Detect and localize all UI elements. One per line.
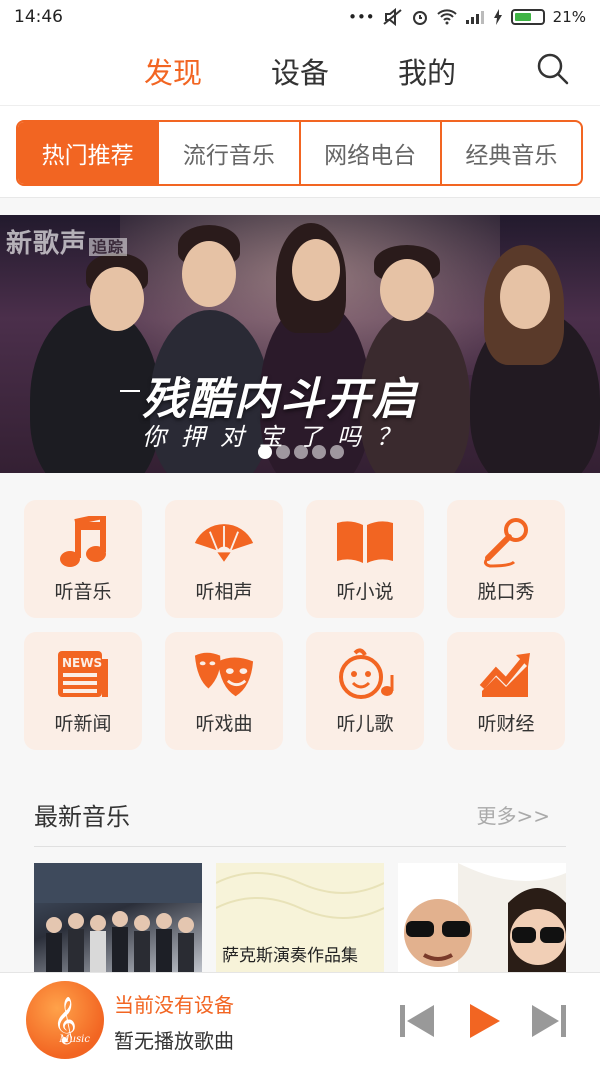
feature-news[interactable]: NEWS 听新闻 <box>24 632 142 750</box>
battery-icon <box>510 9 545 25</box>
banner-brand: 新歌声 追踪 <box>6 223 128 260</box>
top-nav: 发现 设备 我的 <box>0 34 600 106</box>
album-cover-duo <box>404 863 566 973</box>
category-classic[interactable]: 经典音乐 <box>439 122 581 184</box>
wifi-icon <box>436 9 457 25</box>
signal-icon <box>465 11 484 24</box>
child-face-icon <box>334 647 396 701</box>
song-status: 暂无播放歌曲 <box>114 1029 234 1053</box>
pager-dot[interactable] <box>258 445 272 459</box>
music-note-icon <box>52 515 114 569</box>
feature-label: 听新闻 <box>54 712 112 735</box>
promo-banner[interactable]: 新歌声 追踪 残酷内斗开启 你押对宝了吗？ <box>0 215 600 473</box>
tab-mine[interactable]: 我的 <box>398 50 456 92</box>
category-hot[interactable]: 热门推荐 <box>18 122 158 184</box>
chart-up-icon <box>475 647 537 701</box>
album-caption: 萨克斯演奏作品集 <box>222 946 358 966</box>
feature-kids[interactable]: 听儿歌 <box>306 632 424 750</box>
search-icon[interactable] <box>536 52 570 86</box>
feature-label: 听戏曲 <box>195 712 253 735</box>
feature-music[interactable]: 听音乐 <box>24 500 142 618</box>
banner-brand-text: 新歌声 <box>6 229 88 259</box>
newspaper-icon: NEWS <box>52 647 114 701</box>
feature-finance[interactable]: 听财经 <box>447 632 565 750</box>
play-icon[interactable] <box>466 1003 506 1039</box>
feature-grid: 听音乐 听相声 听小说 脱口秀 NEWS 听新闻 听戏曲 听儿歌 听财经 <box>24 500 570 750</box>
feature-label: 听相声 <box>195 580 253 603</box>
album-card[interactable]: 萨克斯演奏作品集 <box>216 863 384 973</box>
album-card[interactable] <box>34 863 202 973</box>
singer-face <box>292 239 340 301</box>
status-bar: 14:46 ••• 21% <box>0 0 600 34</box>
fan-icon <box>193 515 255 569</box>
banner-brand-tag: 追踪 <box>89 238 128 256</box>
feature-novel[interactable]: 听小说 <box>306 500 424 618</box>
battery-level: 21% <box>552 8 586 26</box>
pager-dot[interactable] <box>294 445 308 459</box>
pager-dot[interactable] <box>330 445 344 459</box>
alarm-icon <box>412 11 427 25</box>
album-cover-pattern <box>216 872 384 919</box>
singer-face <box>380 259 434 321</box>
feature-crosstalk[interactable]: 听相声 <box>165 500 283 618</box>
banner-pager <box>258 445 344 459</box>
charging-icon <box>493 9 502 25</box>
banner-divider <box>120 390 140 392</box>
previous-icon[interactable] <box>398 1003 438 1039</box>
status-time: 14:46 <box>14 7 63 27</box>
section-title: 最新音乐 <box>34 803 130 831</box>
tab-devices[interactable]: 设备 <box>271 50 329 92</box>
next-icon[interactable] <box>530 1003 570 1039</box>
more-link[interactable]: 更多>> <box>476 800 550 829</box>
feature-label: 脱口秀 <box>477 580 535 603</box>
singer-face <box>182 241 236 307</box>
pager-dot[interactable] <box>276 445 290 459</box>
album-cover-group <box>34 863 202 973</box>
more-dots-icon: ••• <box>348 8 375 26</box>
feature-label: 听儿歌 <box>336 712 394 735</box>
feature-label: 听小说 <box>336 580 394 603</box>
pager-dot[interactable] <box>312 445 326 459</box>
mute-icon <box>383 8 402 26</box>
status-icons: ••• 21% <box>348 8 586 26</box>
feature-label: 听财经 <box>477 712 535 735</box>
logo-text: Music <box>59 1034 90 1045</box>
singer-face <box>90 267 144 331</box>
device-status: 当前没有设备 <box>114 993 234 1017</box>
album-card[interactable] <box>398 863 566 973</box>
category-pop[interactable]: 流行音乐 <box>157 122 298 184</box>
album-list: 萨克斯演奏作品集 <box>34 863 566 973</box>
category-tabs: 热门推荐 流行音乐 网络电台 经典音乐 <box>16 120 583 186</box>
section-divider <box>34 846 566 847</box>
feature-label: 听音乐 <box>54 580 112 603</box>
category-bar: 热门推荐 流行音乐 网络电台 经典音乐 <box>0 106 600 198</box>
book-icon <box>334 515 396 569</box>
opera-mask-icon <box>193 647 255 701</box>
svg-text:NEWS: NEWS <box>62 656 102 670</box>
feature-opera[interactable]: 听戏曲 <box>165 632 283 750</box>
feature-talkshow[interactable]: 脱口秀 <box>447 500 565 618</box>
microphone-icon <box>475 515 537 569</box>
category-radio[interactable]: 网络电台 <box>298 122 440 184</box>
app-logo[interactable]: 𝄞 Music <box>26 981 104 1059</box>
mini-player: 𝄞 Music 当前没有设备 暂无播放歌曲 <box>0 972 600 1067</box>
tab-discover[interactable]: 发现 <box>144 50 202 92</box>
singer-face <box>500 265 550 329</box>
